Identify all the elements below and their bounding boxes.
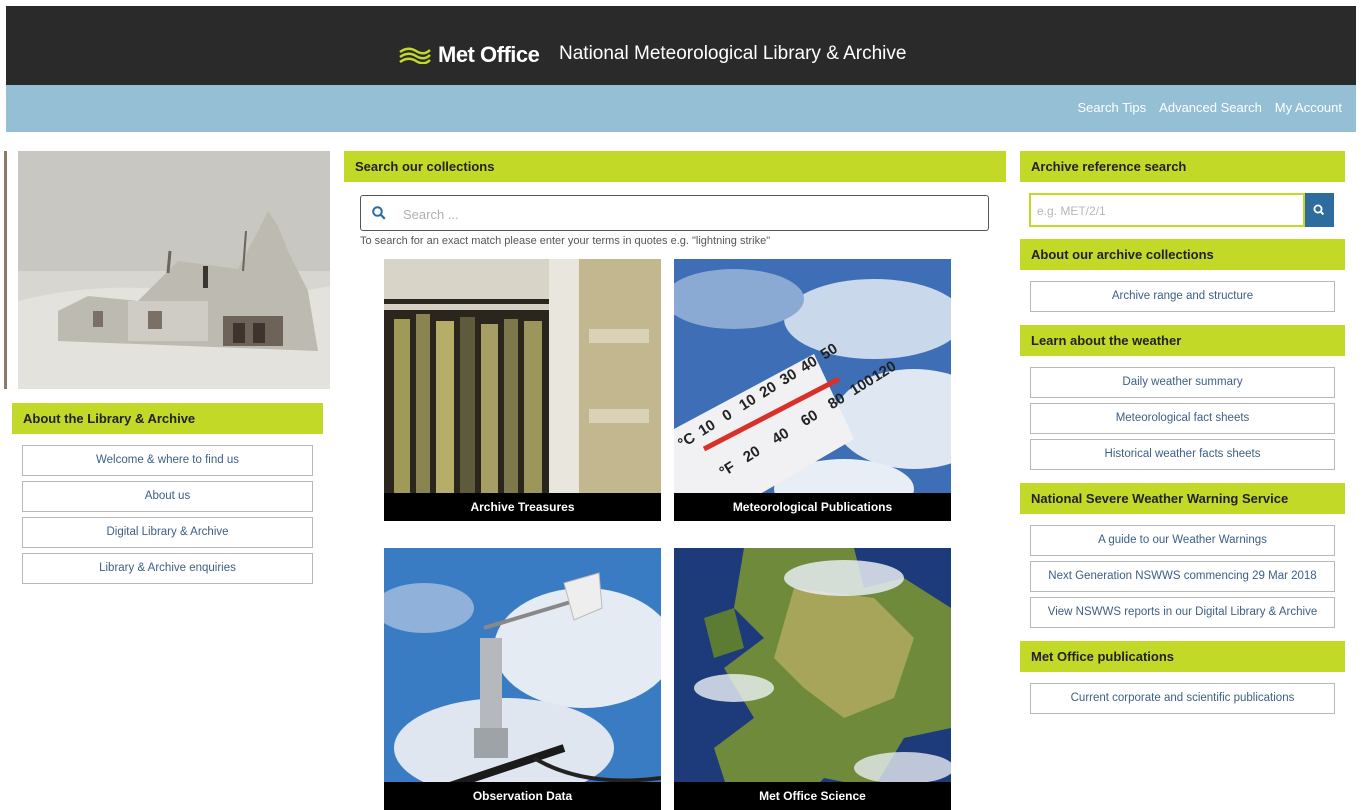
archive-reference-search-button[interactable]: [1305, 193, 1334, 227]
search-icon: [1313, 204, 1325, 216]
brand-name: Met Office: [438, 42, 540, 67]
tile-caption: Observation Data: [384, 782, 661, 810]
archive-range-link[interactable]: Archive range and structure: [1030, 281, 1335, 312]
search-input[interactable]: [401, 202, 975, 226]
site-header: Met Office National Meteorological Libra…: [6, 6, 1356, 85]
welcome-link[interactable]: Welcome & where to find us: [22, 445, 313, 476]
tile-archive-treasures[interactable]: Archive Treasures: [384, 259, 661, 521]
digital-library-link[interactable]: Digital Library & Archive: [22, 517, 313, 548]
europe-satellite-photo: [674, 548, 951, 810]
collections-search-box[interactable]: [360, 195, 989, 231]
my-account-link[interactable]: My Account: [1275, 100, 1342, 115]
daily-summary-link[interactable]: Daily weather summary: [1030, 367, 1335, 398]
corporate-publications-link[interactable]: Current corporate and scientific publica…: [1030, 683, 1335, 714]
tile-observation-data[interactable]: Observation Data: [384, 548, 661, 810]
nswws-reports-link[interactable]: View NSWWS reports in our Digital Librar…: [1030, 597, 1335, 628]
warnings-guide-link[interactable]: A guide to our Weather Warnings: [1030, 525, 1335, 556]
archive-reference-box[interactable]: [1029, 193, 1305, 227]
archive-reference-input[interactable]: [1035, 201, 1299, 221]
tile-met-office-science[interactable]: Met Office Science: [674, 548, 951, 810]
fact-sheets-link[interactable]: Meteorological fact sheets: [1030, 403, 1335, 434]
next-gen-nswws-link[interactable]: Next Generation NSWWS commencing 29 Mar …: [1030, 561, 1335, 592]
site-subtitle: National Meteorological Library & Archiv…: [559, 43, 907, 64]
about-archive-heading: About our archive collections: [1020, 239, 1345, 270]
search-icon[interactable]: [372, 206, 386, 220]
nswws-heading: National Severe Weather Warning Service: [1020, 483, 1345, 514]
tile-caption: Archive Treasures: [384, 493, 661, 521]
met-office-swirl-icon: [399, 47, 431, 64]
met-office-logo[interactable]: Met Office: [398, 42, 540, 68]
search-collections-heading: Search our collections: [344, 151, 1006, 182]
publications-heading: Met Office publications: [1020, 641, 1345, 672]
utility-nav: Search Tips Advanced Search My Account: [1078, 100, 1342, 115]
utility-bar: Search Tips Advanced Search My Account: [6, 85, 1356, 132]
tile-caption: Met Office Science: [674, 782, 951, 810]
about-library-heading: About the Library & Archive: [12, 403, 323, 434]
enquiries-link[interactable]: Library & Archive enquiries: [22, 553, 313, 584]
search-tips-link[interactable]: Search Tips: [1078, 100, 1147, 115]
about-us-link[interactable]: About us: [22, 481, 313, 512]
search-hint: To search for an exact match please ente…: [360, 235, 771, 247]
advanced-search-link[interactable]: Advanced Search: [1159, 100, 1262, 115]
thermometer-photo: °C 10 0 10 20 30 40 50 °F 20 40 60 80 10…: [674, 259, 951, 521]
edge-strip: [4, 151, 7, 389]
historical-facts-link[interactable]: Historical weather facts sheets: [1030, 439, 1335, 470]
archive-reference-heading: Archive reference search: [1020, 151, 1345, 182]
learn-weather-heading: Learn about the weather: [1020, 325, 1345, 356]
tile-meteorological-publications[interactable]: °C 10 0 10 20 30 40 50 °F 20 40 60 80 10…: [674, 259, 951, 521]
frozen-observatory-photo: [18, 151, 330, 389]
anemometer-photo: [384, 548, 661, 810]
tile-caption: Meteorological Publications: [674, 493, 951, 521]
archive-shelves-photo: [384, 259, 661, 521]
